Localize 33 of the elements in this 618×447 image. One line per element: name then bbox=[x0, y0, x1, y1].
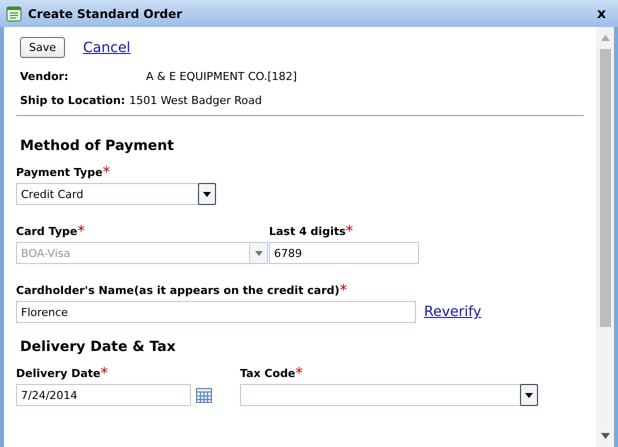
cancel-link[interactable]: Cancel bbox=[83, 40, 130, 56]
scroll-down-icon[interactable] bbox=[600, 433, 610, 439]
info-value: A & E EQUIPMENT CO.[182] bbox=[146, 70, 297, 83]
caret-icon bbox=[203, 192, 211, 196]
scroll-up-icon[interactable] bbox=[600, 35, 610, 41]
info-value: 1501 West Badger Road bbox=[129, 94, 262, 107]
info-label: Vendor: bbox=[20, 70, 70, 83]
section-heading: Delivery Date & Tax bbox=[20, 339, 177, 355]
section-heading: Method of Payment bbox=[20, 138, 175, 154]
field-label: Delivery Date* bbox=[16, 367, 109, 380]
close-button[interactable]: x bbox=[592, 6, 610, 22]
field-label: Last 4 digits* bbox=[269, 225, 354, 238]
dropdown-button[interactable] bbox=[520, 384, 538, 406]
field-label: Payment Type* bbox=[16, 166, 112, 179]
field-label: Card Type* bbox=[16, 225, 86, 238]
field-label: Cardholder's Name(as it appears on the credit card)* bbox=[16, 284, 348, 297]
field-label: Tax Code* bbox=[240, 367, 304, 380]
info-label: Ship to Location: bbox=[20, 94, 126, 107]
save-button[interactable]: Save bbox=[20, 37, 66, 58]
select-field[interactable] bbox=[240, 384, 538, 406]
scrollbar[interactable] bbox=[596, 27, 614, 447]
form-icon bbox=[6, 6, 22, 22]
window-title: Create Standard Order bbox=[28, 6, 184, 20]
caret-icon bbox=[254, 250, 262, 256]
calendar-icon[interactable] bbox=[196, 388, 212, 402]
date-field[interactable]: 7/24/2014 bbox=[16, 384, 191, 406]
digits-field[interactable]: 6789 bbox=[269, 242, 419, 264]
caret-icon bbox=[525, 392, 533, 398]
reverify-link[interactable]: Reverify bbox=[424, 304, 482, 320]
dropdown-button[interactable] bbox=[198, 183, 216, 205]
scroll-thumb[interactable] bbox=[600, 49, 610, 327]
select-field[interactable]: Credit Card bbox=[16, 183, 216, 205]
name-field[interactable]: Florence bbox=[16, 301, 416, 323]
